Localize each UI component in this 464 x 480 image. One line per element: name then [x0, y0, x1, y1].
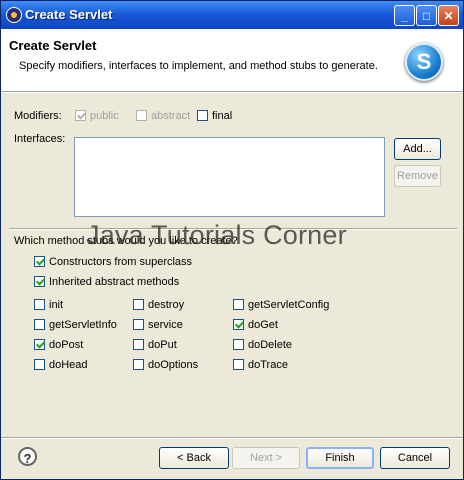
dotrace-checkbox[interactable]: [233, 359, 244, 370]
dotrace-label: doTrace: [248, 359, 288, 371]
window-title: Create Servlet: [25, 7, 113, 22]
finish-button[interactable]: Finish: [306, 447, 374, 469]
next-button[interactable]: Next >: [232, 447, 300, 469]
doget-checkbox[interactable]: [233, 319, 244, 330]
final-checkbox[interactable]: [197, 110, 208, 121]
dohead-label: doHead: [49, 359, 88, 371]
getservletinfo-label: getServletInfo: [49, 319, 117, 331]
getservletinfo-checkbox[interactable]: [34, 319, 45, 330]
wizard-header: Create Servlet Specify modifiers, interf…: [1, 29, 463, 92]
abstract-checkbox[interactable]: [136, 110, 147, 121]
footer-separator: [1, 437, 463, 439]
back-button[interactable]: < Back: [159, 447, 229, 469]
dooptions-checkbox[interactable]: [133, 359, 144, 370]
final-label: final: [212, 110, 233, 122]
dodelete-checkbox[interactable]: [233, 339, 244, 350]
close-button[interactable]: ✕: [438, 5, 459, 26]
dooptions-label: doOptions: [148, 359, 199, 371]
doget-label: doGet: [248, 319, 278, 331]
cancel-button[interactable]: Cancel: [380, 447, 450, 469]
service-checkbox[interactable]: [133, 319, 144, 330]
maximize-button[interactable]: □: [416, 5, 437, 26]
modifiers-label: Modifiers:: [14, 110, 62, 122]
public-checkbox[interactable]: [75, 110, 86, 121]
create-servlet-window: Create Servlet _ □ ✕ Create Servlet Spec…: [0, 0, 464, 480]
page-title: Create Servlet: [9, 38, 97, 53]
remove-interface-button[interactable]: Remove: [394, 165, 441, 187]
interfaces-list[interactable]: [74, 137, 385, 217]
dopost-checkbox[interactable]: [34, 339, 45, 350]
destroy-label: destroy: [148, 299, 185, 311]
interfaces-label: Interfaces:: [14, 133, 66, 145]
title-bar[interactable]: Create Servlet _ □ ✕: [1, 1, 463, 29]
dodelete-label: doDelete: [248, 339, 293, 351]
eclipse-icon: [6, 7, 22, 23]
init-checkbox[interactable]: [34, 299, 45, 310]
abstract-label: abstract: [151, 110, 191, 122]
getservletconfig-label: getServletConfig: [248, 299, 330, 311]
help-icon[interactable]: ?: [18, 447, 37, 466]
minimize-button[interactable]: _: [394, 5, 415, 26]
add-interface-button[interactable]: Add...: [394, 138, 441, 160]
service-label: service: [148, 319, 183, 331]
doput-checkbox[interactable]: [133, 339, 144, 350]
getservletconfig-checkbox[interactable]: [233, 299, 244, 310]
constructors-label: Constructors from superclass: [49, 256, 193, 268]
destroy-checkbox[interactable]: [133, 299, 144, 310]
dohead-checkbox[interactable]: [34, 359, 45, 370]
inherited-abstract-checkbox[interactable]: [34, 276, 45, 287]
dopost-label: doPost: [49, 339, 84, 351]
header-separator: [1, 92, 463, 93]
constructors-checkbox[interactable]: [34, 256, 45, 267]
doput-label: doPut: [148, 339, 177, 351]
watermark-text: Java Tutorials Corner: [86, 220, 347, 250]
public-label: public: [90, 110, 119, 122]
servlet-logo-icon: S: [405, 43, 443, 81]
page-description: Specify modifiers, interfaces to impleme…: [19, 60, 378, 72]
inherited-abstract-label: Inherited abstract methods: [49, 276, 180, 288]
init-label: init: [49, 299, 64, 311]
